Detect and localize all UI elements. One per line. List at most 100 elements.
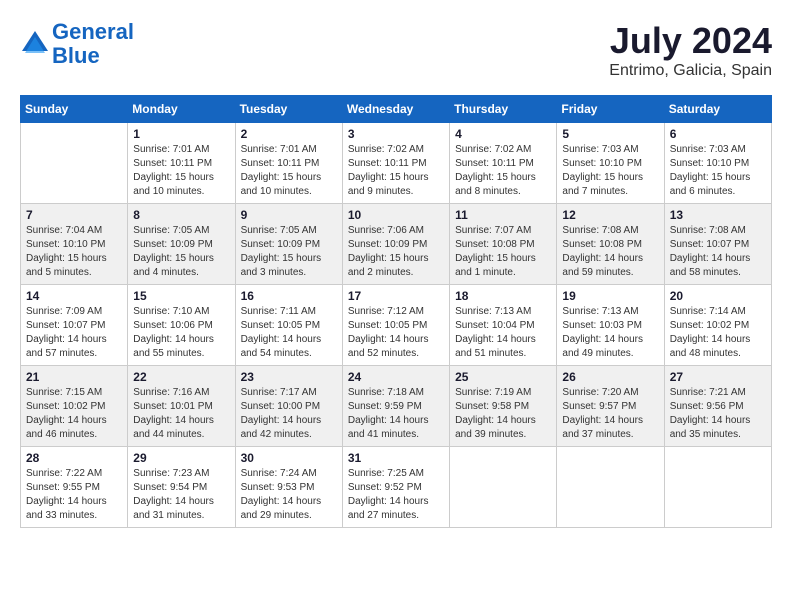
day-number: 2 [241,127,337,141]
calendar-cell: 29Sunrise: 7:23 AM Sunset: 9:54 PM Dayli… [128,447,235,528]
day-number: 14 [26,289,122,303]
weekday-header-monday: Monday [128,96,235,123]
calendar-cell: 12 Sunrise: 7:08 AM Sunset: 10:08 PM Dayl… [557,204,664,285]
day-info: Sunrise: 7:07 AM Sunset: 10:08 PM Daylig… [455,224,551,280]
calendar-cell: 22 Sunrise: 7:16 AM Sunset: 10:01 PM Dayl… [128,366,235,447]
day-info: Sunrise: 7:16 AM Sunset: 10:01 PM Daylig… [133,386,229,442]
day-number: 4 [455,127,551,141]
calendar-cell: 10 Sunrise: 7:06 AM Sunset: 10:09 PM Dayl… [342,204,449,285]
header: General Blue July 2024 Entrimo, Galicia,… [20,20,772,80]
day-number: 11 [455,208,551,222]
day-number: 3 [348,127,444,141]
calendar-cell: 5 Sunrise: 7:03 AM Sunset: 10:10 PM Dayli… [557,123,664,204]
logo: General Blue [20,20,134,68]
day-info: Sunrise: 7:05 AM Sunset: 10:09 PM Daylig… [241,224,337,280]
day-number: 15 [133,289,229,303]
day-number: 17 [348,289,444,303]
logo-text: General Blue [52,20,134,68]
day-info: Sunrise: 7:01 AM Sunset: 10:11 PM Daylig… [133,143,229,199]
day-number: 28 [26,451,122,465]
day-info: Sunrise: 7:08 AM Sunset: 10:07 PM Daylig… [670,224,766,280]
day-number: 5 [562,127,658,141]
day-number: 18 [455,289,551,303]
day-info: Sunrise: 7:06 AM Sunset: 10:09 PM Daylig… [348,224,444,280]
calendar-cell: 21 Sunrise: 7:15 AM Sunset: 10:02 PM Dayl… [21,366,128,447]
day-number: 16 [241,289,337,303]
day-info: Sunrise: 7:02 AM Sunset: 10:11 PM Daylig… [348,143,444,199]
day-number: 22 [133,370,229,384]
day-number: 24 [348,370,444,384]
day-number: 10 [348,208,444,222]
day-info: Sunrise: 7:25 AM Sunset: 9:52 PM Dayligh… [348,467,444,523]
day-number: 26 [562,370,658,384]
day-info: Sunrise: 7:20 AM Sunset: 9:57 PM Dayligh… [562,386,658,442]
day-number: 27 [670,370,766,384]
week-row-4: 21 Sunrise: 7:15 AM Sunset: 10:02 PM Dayl… [21,366,772,447]
day-number: 25 [455,370,551,384]
calendar-cell: 4 Sunrise: 7:02 AM Sunset: 10:11 PM Dayli… [450,123,557,204]
day-number: 23 [241,370,337,384]
day-info: Sunrise: 7:04 AM Sunset: 10:10 PM Daylig… [26,224,122,280]
calendar-cell: 9 Sunrise: 7:05 AM Sunset: 10:09 PM Dayli… [235,204,342,285]
week-row-1: 1 Sunrise: 7:01 AM Sunset: 10:11 PM Dayli… [21,123,772,204]
calendar-cell [664,447,771,528]
weekday-header-tuesday: Tuesday [235,96,342,123]
day-info: Sunrise: 7:24 AM Sunset: 9:53 PM Dayligh… [241,467,337,523]
day-info: Sunrise: 7:11 AM Sunset: 10:05 PM Daylig… [241,305,337,361]
calendar-cell: 15Sunrise: 7:10 AM Sunset: 10:06 PM Dayl… [128,285,235,366]
day-info: Sunrise: 7:03 AM Sunset: 10:10 PM Daylig… [670,143,766,199]
week-row-2: 7 Sunrise: 7:04 AM Sunset: 10:10 PM Dayli… [21,204,772,285]
calendar-cell: 28 Sunrise: 7:22 AM Sunset: 9:55 PM Dayli… [21,447,128,528]
day-number: 19 [562,289,658,303]
day-info: Sunrise: 7:08 AM Sunset: 10:08 PM Daylig… [562,224,658,280]
calendar-cell: 16 Sunrise: 7:11 AM Sunset: 10:05 PM Dayl… [235,285,342,366]
day-number: 1 [133,127,229,141]
subtitle: Entrimo, Galicia, Spain [609,62,772,80]
day-info: Sunrise: 7:13 AM Sunset: 10:03 PM Daylig… [562,305,658,361]
calendar-cell: 23Sunrise: 7:17 AM Sunset: 10:00 PM Dayl… [235,366,342,447]
day-number: 31 [348,451,444,465]
day-info: Sunrise: 7:03 AM Sunset: 10:10 PM Daylig… [562,143,658,199]
weekday-header-wednesday: Wednesday [342,96,449,123]
week-row-5: 28 Sunrise: 7:22 AM Sunset: 9:55 PM Dayli… [21,447,772,528]
calendar-cell: 1 Sunrise: 7:01 AM Sunset: 10:11 PM Dayli… [128,123,235,204]
day-info: Sunrise: 7:02 AM Sunset: 10:11 PM Daylig… [455,143,551,199]
day-info: Sunrise: 7:18 AM Sunset: 9:59 PM Dayligh… [348,386,444,442]
calendar-table: SundayMondayTuesdayWednesdayThursdayFrid… [20,95,772,528]
calendar-cell: 14 Sunrise: 7:09 AM Sunset: 10:07 PM Dayl… [21,285,128,366]
weekday-header-row: SundayMondayTuesdayWednesdayThursdayFrid… [21,96,772,123]
calendar-cell: 30Sunrise: 7:24 AM Sunset: 9:53 PM Dayli… [235,447,342,528]
week-row-3: 14 Sunrise: 7:09 AM Sunset: 10:07 PM Dayl… [21,285,772,366]
calendar-cell: 7 Sunrise: 7:04 AM Sunset: 10:10 PM Dayli… [21,204,128,285]
calendar-cell: 20Sunrise: 7:14 AM Sunset: 10:02 PM Dayl… [664,285,771,366]
logo-icon [20,29,50,59]
day-info: Sunrise: 7:22 AM Sunset: 9:55 PM Dayligh… [26,467,122,523]
calendar-cell: 11 Sunrise: 7:07 AM Sunset: 10:08 PM Dayl… [450,204,557,285]
calendar-cell: 27 Sunrise: 7:21 AM Sunset: 9:56 PM Dayli… [664,366,771,447]
weekday-header-friday: Friday [557,96,664,123]
day-number: 9 [241,208,337,222]
weekday-header-sunday: Sunday [21,96,128,123]
day-info: Sunrise: 7:21 AM Sunset: 9:56 PM Dayligh… [670,386,766,442]
main-title: July 2024 [609,20,772,62]
day-number: 12 [562,208,658,222]
calendar-cell: 3 Sunrise: 7:02 AM Sunset: 10:11 PM Dayli… [342,123,449,204]
logo-line2: Blue [52,43,100,68]
calendar-cell: 24 Sunrise: 7:18 AM Sunset: 9:59 PM Dayli… [342,366,449,447]
day-number: 6 [670,127,766,141]
day-info: Sunrise: 7:15 AM Sunset: 10:02 PM Daylig… [26,386,122,442]
day-number: 29 [133,451,229,465]
day-number: 7 [26,208,122,222]
day-number: 8 [133,208,229,222]
calendar-cell: 26 Sunrise: 7:20 AM Sunset: 9:57 PM Dayli… [557,366,664,447]
calendar-cell: 8Sunrise: 7:05 AM Sunset: 10:09 PM Dayli… [128,204,235,285]
weekday-header-thursday: Thursday [450,96,557,123]
day-number: 13 [670,208,766,222]
day-number: 21 [26,370,122,384]
title-area: July 2024 Entrimo, Galicia, Spain [609,20,772,80]
calendar-cell: 31 Sunrise: 7:25 AM Sunset: 9:52 PM Dayli… [342,447,449,528]
day-info: Sunrise: 7:09 AM Sunset: 10:07 PM Daylig… [26,305,122,361]
day-info: Sunrise: 7:13 AM Sunset: 10:04 PM Daylig… [455,305,551,361]
calendar-cell: 13 Sunrise: 7:08 AM Sunset: 10:07 PM Dayl… [664,204,771,285]
day-number: 20 [670,289,766,303]
